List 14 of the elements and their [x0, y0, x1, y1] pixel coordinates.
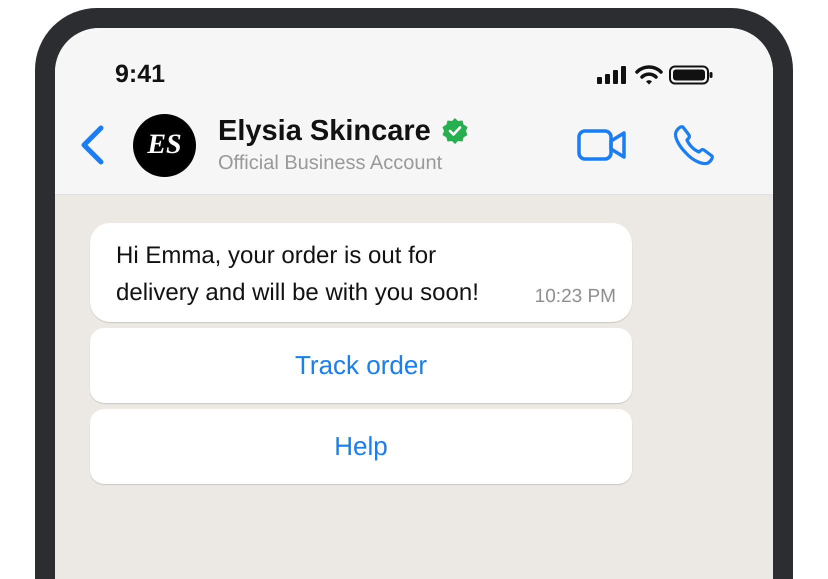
status-time: 9:41: [115, 59, 166, 90]
phone-call-icon[interactable]: [673, 124, 715, 166]
quick-reply-button[interactable]: Track order: [90, 328, 632, 402]
back-icon[interactable]: [79, 125, 105, 165]
contact-name: Elysia Skincare: [218, 114, 431, 148]
message-time: 10:23 PM: [534, 285, 616, 309]
contact-subtitle: Official Business Account: [218, 151, 444, 176]
battery-icon: [669, 64, 713, 85]
avatar-monogram: ES: [147, 129, 182, 161]
quick-reply-button[interactable]: Help: [90, 408, 632, 484]
signal-icon: [597, 66, 629, 84]
message-text: Hi Emma, your order is out for delivery and will be with you soon!: [116, 241, 480, 308]
video-call-icon[interactable]: [577, 129, 627, 161]
wifi-icon: [635, 64, 663, 85]
